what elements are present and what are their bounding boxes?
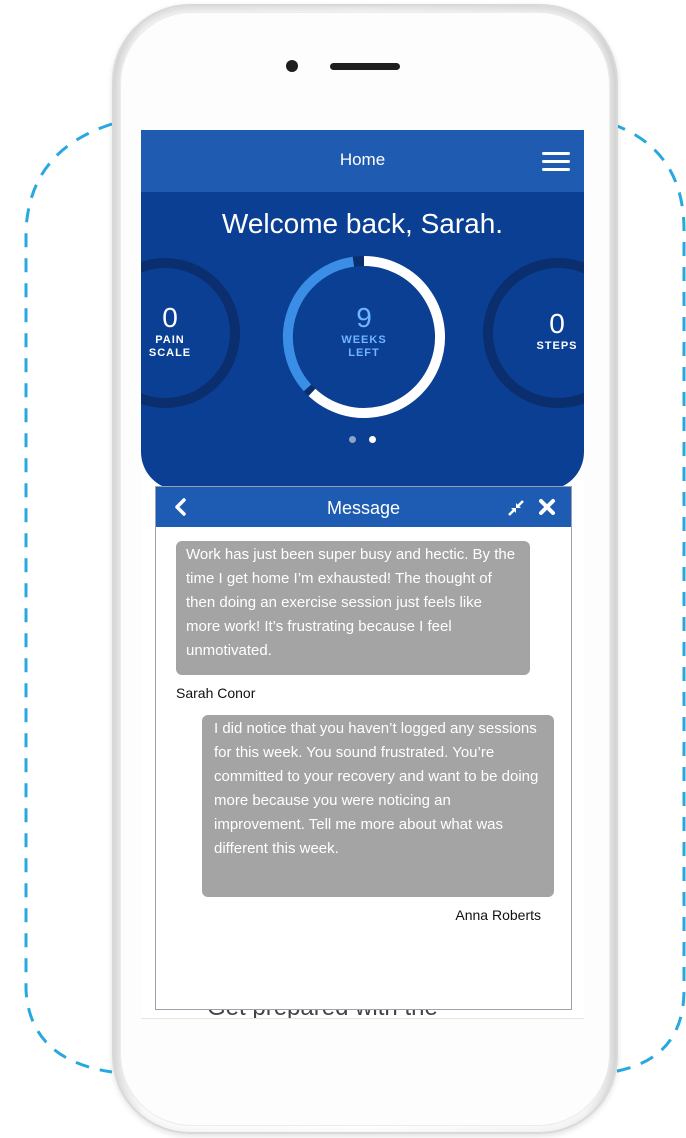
hamburger-menu-icon[interactable] bbox=[542, 152, 570, 172]
top-bar: Home bbox=[141, 130, 584, 192]
pain-scale-stat[interactable]: 0 PAIN SCALE bbox=[141, 302, 205, 360]
close-icon[interactable] bbox=[538, 498, 556, 516]
pager-dot[interactable] bbox=[349, 436, 356, 443]
app-screen: Home Welcome back, Sarah. 0 PAIN SCALE 9… bbox=[141, 130, 584, 1018]
weeks-left-value: 9 bbox=[356, 302, 372, 333]
pain-scale-label-line2: SCALE bbox=[148, 347, 192, 359]
message-bubble: I did notice that you haven’t logged any… bbox=[202, 715, 554, 897]
header-title: Home bbox=[339, 150, 386, 169]
message-sender: Anna Roberts bbox=[455, 907, 541, 923]
steps-stat[interactable]: 0 STEPS bbox=[527, 308, 584, 353]
pager-dot-active[interactable] bbox=[369, 436, 376, 443]
screen-bottom-edge bbox=[141, 1018, 584, 1019]
hero-dashboard: Welcome back, Sarah. 0 PAIN SCALE 9 WEEK… bbox=[141, 192, 584, 490]
welcome-message: Welcome back, Sarah. bbox=[221, 208, 504, 239]
message-sender: Sarah Conor bbox=[176, 685, 256, 701]
message-bubble: Work has just been super busy and hectic… bbox=[176, 541, 530, 675]
camera-icon bbox=[286, 60, 298, 72]
pain-scale-label-line1: PAIN bbox=[155, 334, 185, 346]
speaker-grille bbox=[330, 63, 400, 70]
weeks-left-stat[interactable]: 9 WEEKS LEFT bbox=[324, 302, 404, 360]
collapse-arrows-icon[interactable] bbox=[506, 498, 526, 518]
weeks-left-label-line2: LEFT bbox=[348, 347, 380, 359]
weeks-left-label-line1: WEEKS bbox=[341, 334, 387, 346]
pain-scale-value: 0 bbox=[162, 302, 178, 333]
steps-label: STEPS bbox=[536, 340, 578, 352]
message-panel-header: Message bbox=[156, 487, 571, 527]
message-panel: Message Work has just been super busy an… bbox=[155, 486, 572, 1010]
steps-value: 0 bbox=[549, 308, 565, 339]
